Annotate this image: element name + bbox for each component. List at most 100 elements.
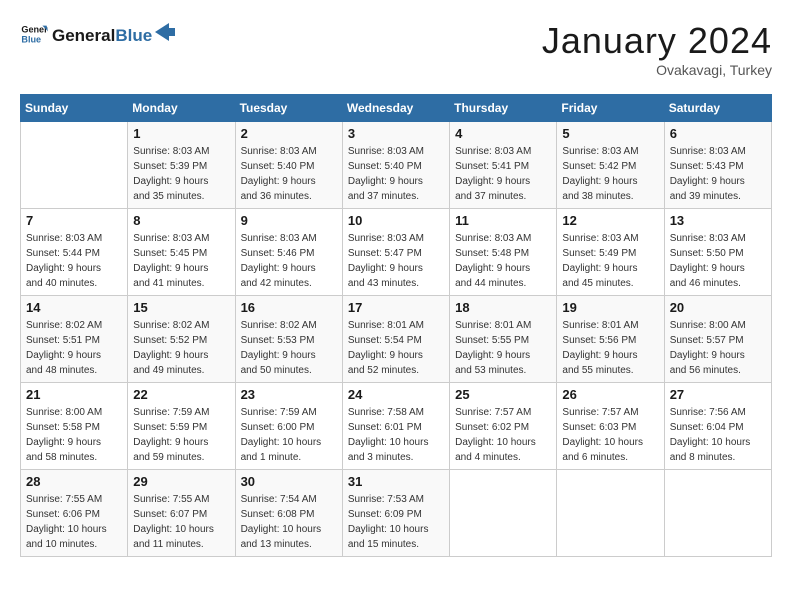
day-info: Sunrise: 8:03 AM Sunset: 5:48 PM Dayligh… (455, 231, 551, 291)
calendar-cell: 22Sunrise: 7:59 AM Sunset: 5:59 PM Dayli… (128, 383, 235, 470)
day-info: Sunrise: 8:01 AM Sunset: 5:54 PM Dayligh… (348, 318, 444, 378)
calendar-cell: 26Sunrise: 7:57 AM Sunset: 6:03 PM Dayli… (557, 383, 664, 470)
page-header: General Blue General Blue January 2024 O… (20, 20, 772, 78)
day-number: 20 (670, 300, 766, 315)
week-row-4: 21Sunrise: 8:00 AM Sunset: 5:58 PM Dayli… (21, 383, 772, 470)
location-subtitle: Ovakavagi, Turkey (542, 62, 772, 78)
day-number: 17 (348, 300, 444, 315)
day-number: 9 (241, 213, 337, 228)
header-row: SundayMondayTuesdayWednesdayThursdayFrid… (21, 95, 772, 122)
day-info: Sunrise: 8:03 AM Sunset: 5:44 PM Dayligh… (26, 231, 122, 291)
calendar-header: SundayMondayTuesdayWednesdayThursdayFrid… (21, 95, 772, 122)
day-info: Sunrise: 7:54 AM Sunset: 6:08 PM Dayligh… (241, 492, 337, 552)
calendar-cell: 13 Sunrise: 8:03 AM Sunset: 5:50 PM Dayli… (664, 209, 771, 296)
day-info: Sunrise: 8:03 AM Sunset: 5:50 PM Dayligh… (670, 231, 766, 291)
day-number: 14 (26, 300, 122, 315)
day-number: 10 (348, 213, 444, 228)
calendar-cell: 3 Sunrise: 8:03 AM Sunset: 5:40 PM Daylig… (342, 122, 449, 209)
calendar-cell: 10 Sunrise: 8:03 AM Sunset: 5:47 PM Dayli… (342, 209, 449, 296)
logo-icon: General Blue (20, 20, 48, 48)
header-friday: Friday (557, 95, 664, 122)
calendar-cell: 29Sunrise: 7:55 AM Sunset: 6:07 PM Dayli… (128, 470, 235, 557)
day-info: Sunrise: 8:03 AM Sunset: 5:40 PM Dayligh… (348, 144, 444, 204)
calendar-cell (21, 122, 128, 209)
svg-text:Blue: Blue (21, 34, 41, 44)
calendar-cell: 31 Sunrise: 7:53 AM Sunset: 6:09 PM Dayli… (342, 470, 449, 557)
day-number: 30 (241, 474, 337, 489)
logo-arrow-icon (155, 23, 175, 41)
calendar-cell: 4 Sunrise: 8:03 AM Sunset: 5:41 PM Daylig… (450, 122, 557, 209)
day-number: 31 (348, 474, 444, 489)
day-info: Sunrise: 7:58 AM Sunset: 6:01 PM Dayligh… (348, 405, 444, 465)
day-number: 29 (133, 474, 229, 489)
calendar-cell: 2Sunrise: 8:03 AM Sunset: 5:40 PM Daylig… (235, 122, 342, 209)
day-number: 8 (133, 213, 229, 228)
day-number: 19 (562, 300, 658, 315)
day-number: 26 (562, 387, 658, 402)
header-monday: Monday (128, 95, 235, 122)
day-number: 2 (241, 126, 337, 141)
day-number: 28 (26, 474, 122, 489)
day-number: 16 (241, 300, 337, 315)
calendar-cell: 27 Sunrise: 7:56 AM Sunset: 6:04 PM Dayli… (664, 383, 771, 470)
calendar-cell: 14Sunrise: 8:02 AM Sunset: 5:51 PM Dayli… (21, 296, 128, 383)
day-number: 21 (26, 387, 122, 402)
day-info: Sunrise: 8:03 AM Sunset: 5:41 PM Dayligh… (455, 144, 551, 204)
day-info: Sunrise: 8:03 AM Sunset: 5:47 PM Dayligh… (348, 231, 444, 291)
logo-general: General (52, 26, 115, 46)
day-info: Sunrise: 7:53 AM Sunset: 6:09 PM Dayligh… (348, 492, 444, 552)
day-number: 3 (348, 126, 444, 141)
day-number: 1 (133, 126, 229, 141)
calendar-cell: 7 Sunrise: 8:03 AM Sunset: 5:44 PM Daylig… (21, 209, 128, 296)
day-number: 27 (670, 387, 766, 402)
day-number: 13 (670, 213, 766, 228)
calendar-cell (450, 470, 557, 557)
week-row-2: 7 Sunrise: 8:03 AM Sunset: 5:44 PM Daylig… (21, 209, 772, 296)
day-number: 24 (348, 387, 444, 402)
day-number: 15 (133, 300, 229, 315)
month-title: January 2024 (542, 20, 772, 62)
day-number: 7 (26, 213, 122, 228)
calendar-cell: 18 Sunrise: 8:01 AM Sunset: 5:55 PM Dayli… (450, 296, 557, 383)
calendar-cell: 28 Sunrise: 7:55 AM Sunset: 6:06 PM Dayli… (21, 470, 128, 557)
day-info: Sunrise: 8:03 AM Sunset: 5:39 PM Dayligh… (133, 144, 229, 204)
title-block: January 2024 Ovakavagi, Turkey (542, 20, 772, 78)
calendar-cell: 12Sunrise: 8:03 AM Sunset: 5:49 PM Dayli… (557, 209, 664, 296)
calendar-table: SundayMondayTuesdayWednesdayThursdayFrid… (20, 94, 772, 557)
day-info: Sunrise: 8:01 AM Sunset: 5:55 PM Dayligh… (455, 318, 551, 378)
week-row-1: 1 Sunrise: 8:03 AM Sunset: 5:39 PM Daylig… (21, 122, 772, 209)
header-thursday: Thursday (450, 95, 557, 122)
calendar-cell: 16 Sunrise: 8:02 AM Sunset: 5:53 PM Dayli… (235, 296, 342, 383)
calendar-cell: 5 Sunrise: 8:03 AM Sunset: 5:42 PM Daylig… (557, 122, 664, 209)
day-info: Sunrise: 8:02 AM Sunset: 5:52 PM Dayligh… (133, 318, 229, 378)
day-info: Sunrise: 8:03 AM Sunset: 5:46 PM Dayligh… (241, 231, 337, 291)
day-number: 23 (241, 387, 337, 402)
calendar-cell: 19 Sunrise: 8:01 AM Sunset: 5:56 PM Dayli… (557, 296, 664, 383)
day-info: Sunrise: 7:55 AM Sunset: 6:06 PM Dayligh… (26, 492, 122, 552)
calendar-cell: 1 Sunrise: 8:03 AM Sunset: 5:39 PM Daylig… (128, 122, 235, 209)
day-info: Sunrise: 8:00 AM Sunset: 5:57 PM Dayligh… (670, 318, 766, 378)
calendar-cell: 15 Sunrise: 8:02 AM Sunset: 5:52 PM Dayli… (128, 296, 235, 383)
day-info: Sunrise: 8:02 AM Sunset: 5:53 PM Dayligh… (241, 318, 337, 378)
calendar-cell: 25Sunrise: 7:57 AM Sunset: 6:02 PM Dayli… (450, 383, 557, 470)
header-wednesday: Wednesday (342, 95, 449, 122)
day-number: 18 (455, 300, 551, 315)
week-row-5: 28 Sunrise: 7:55 AM Sunset: 6:06 PM Dayli… (21, 470, 772, 557)
calendar-cell (557, 470, 664, 557)
calendar-cell (664, 470, 771, 557)
day-number: 4 (455, 126, 551, 141)
header-sunday: Sunday (21, 95, 128, 122)
day-info: Sunrise: 8:03 AM Sunset: 5:42 PM Dayligh… (562, 144, 658, 204)
header-saturday: Saturday (664, 95, 771, 122)
day-number: 5 (562, 126, 658, 141)
calendar-cell: 6 Sunrise: 8:03 AM Sunset: 5:43 PM Daylig… (664, 122, 771, 209)
calendar-cell: 24 Sunrise: 7:58 AM Sunset: 6:01 PM Dayli… (342, 383, 449, 470)
day-info: Sunrise: 8:03 AM Sunset: 5:43 PM Dayligh… (670, 144, 766, 204)
day-info: Sunrise: 8:01 AM Sunset: 5:56 PM Dayligh… (562, 318, 658, 378)
day-info: Sunrise: 7:59 AM Sunset: 6:00 PM Dayligh… (241, 405, 337, 465)
calendar-cell: 23 Sunrise: 7:59 AM Sunset: 6:00 PM Dayli… (235, 383, 342, 470)
day-info: Sunrise: 7:56 AM Sunset: 6:04 PM Dayligh… (670, 405, 766, 465)
header-tuesday: Tuesday (235, 95, 342, 122)
logo: General Blue General Blue (20, 20, 175, 48)
day-number: 6 (670, 126, 766, 141)
